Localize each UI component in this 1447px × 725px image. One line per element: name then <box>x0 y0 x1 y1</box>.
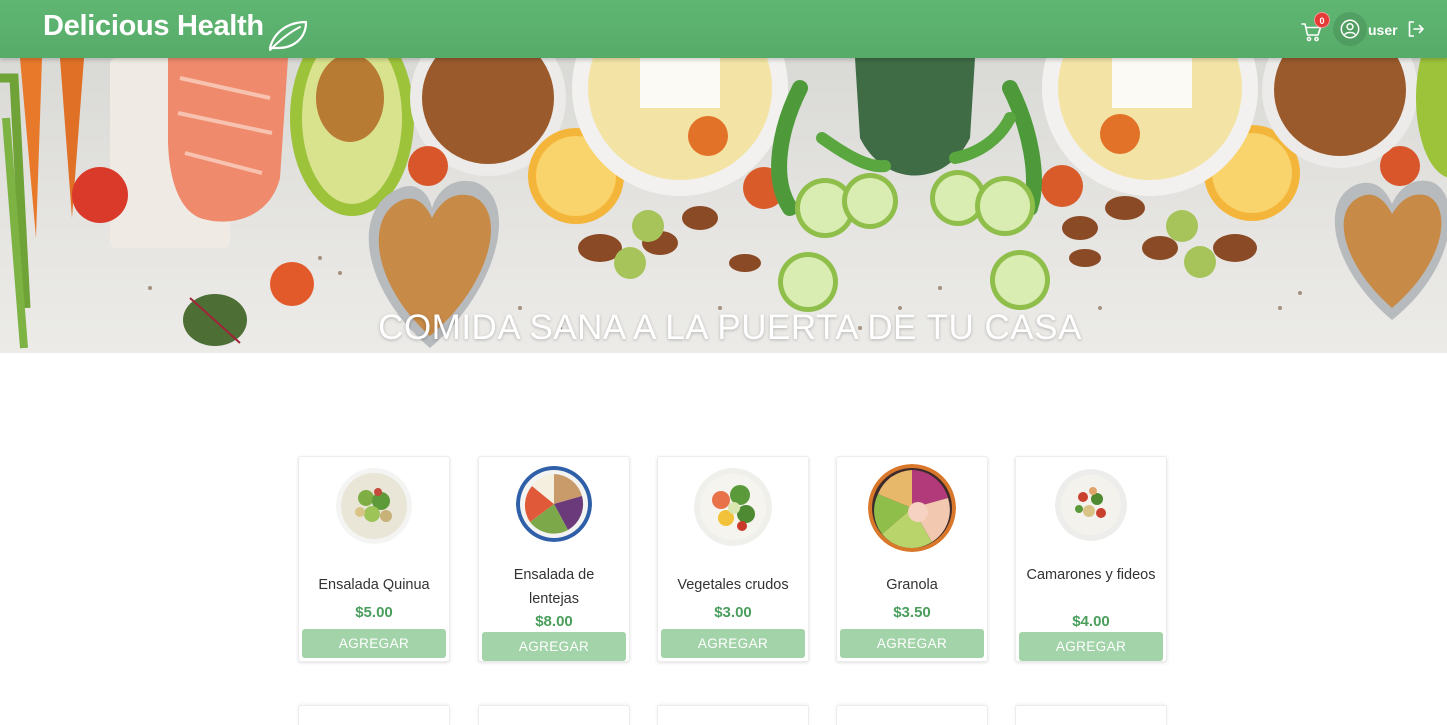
carrots-illustration <box>0 58 84 349</box>
product-name: Camarones y fideos <box>1026 567 1156 583</box>
brand-name: Delicious Health <box>43 10 264 42</box>
product-name: Ensalada Quinua <box>318 577 430 593</box>
logout-icon[interactable] <box>1406 19 1426 39</box>
product-card <box>1015 705 1167 725</box>
cart-count-badge: 0 <box>1314 12 1330 28</box>
add-to-cart-button[interactable]: AGREGAR <box>482 632 626 661</box>
user-circle-icon <box>1340 19 1360 39</box>
product-grid: Ensalada Quinua $5.00 AGREGAR Ensalada d… <box>298 456 1170 662</box>
user-menu-button[interactable] <box>1333 12 1367 46</box>
leaf-icon <box>268 20 307 51</box>
hero-banner: COMIDA SANA A LA PUERTA DE TU CASA <box>0 58 1447 353</box>
product-price: $3.00 <box>714 604 752 621</box>
product-card <box>836 705 988 725</box>
product-name: Vegetales crudos <box>677 577 789 593</box>
brand-logo[interactable]: Delicious Health <box>43 8 310 51</box>
product-image <box>694 468 772 546</box>
product-name: Granola <box>886 577 938 593</box>
product-card: Ensalada Quinua $5.00 AGREGAR <box>298 456 450 662</box>
product-card <box>657 705 809 725</box>
product-image <box>1055 469 1127 541</box>
product-image <box>516 466 592 542</box>
product-card <box>298 705 450 725</box>
add-to-cart-button[interactable]: AGREGAR <box>661 629 805 658</box>
add-to-cart-button[interactable]: AGREGAR <box>840 629 984 658</box>
product-card: Granola $3.50 AGREGAR <box>836 456 988 662</box>
product-price: $8.00 <box>535 613 573 630</box>
product-price: $5.00 <box>355 604 393 621</box>
product-price: $3.50 <box>893 604 931 621</box>
add-to-cart-button[interactable]: AGREGAR <box>1019 632 1163 661</box>
top-navbar: Delicious Health 0 user <box>0 0 1447 58</box>
product-price: $4.00 <box>1072 613 1110 630</box>
product-image <box>868 464 956 552</box>
product-card: Vegetales crudos $3.00 AGREGAR <box>657 456 809 662</box>
product-image <box>336 468 412 544</box>
product-card: Camarones y fideos $4.00 AGREGAR <box>1015 456 1167 662</box>
product-card <box>478 705 630 725</box>
hero-title: COMIDA SANA A LA PUERTA DE TU CASA <box>378 308 1082 347</box>
cart-button[interactable]: 0 <box>1300 12 1330 44</box>
add-to-cart-button[interactable]: AGREGAR <box>302 629 446 658</box>
product-name: Ensalada de lentejas <box>513 567 595 607</box>
user-name-label: user <box>1368 22 1398 38</box>
product-card: Ensalada de lentejas $8.00 AGREGAR <box>478 456 630 662</box>
